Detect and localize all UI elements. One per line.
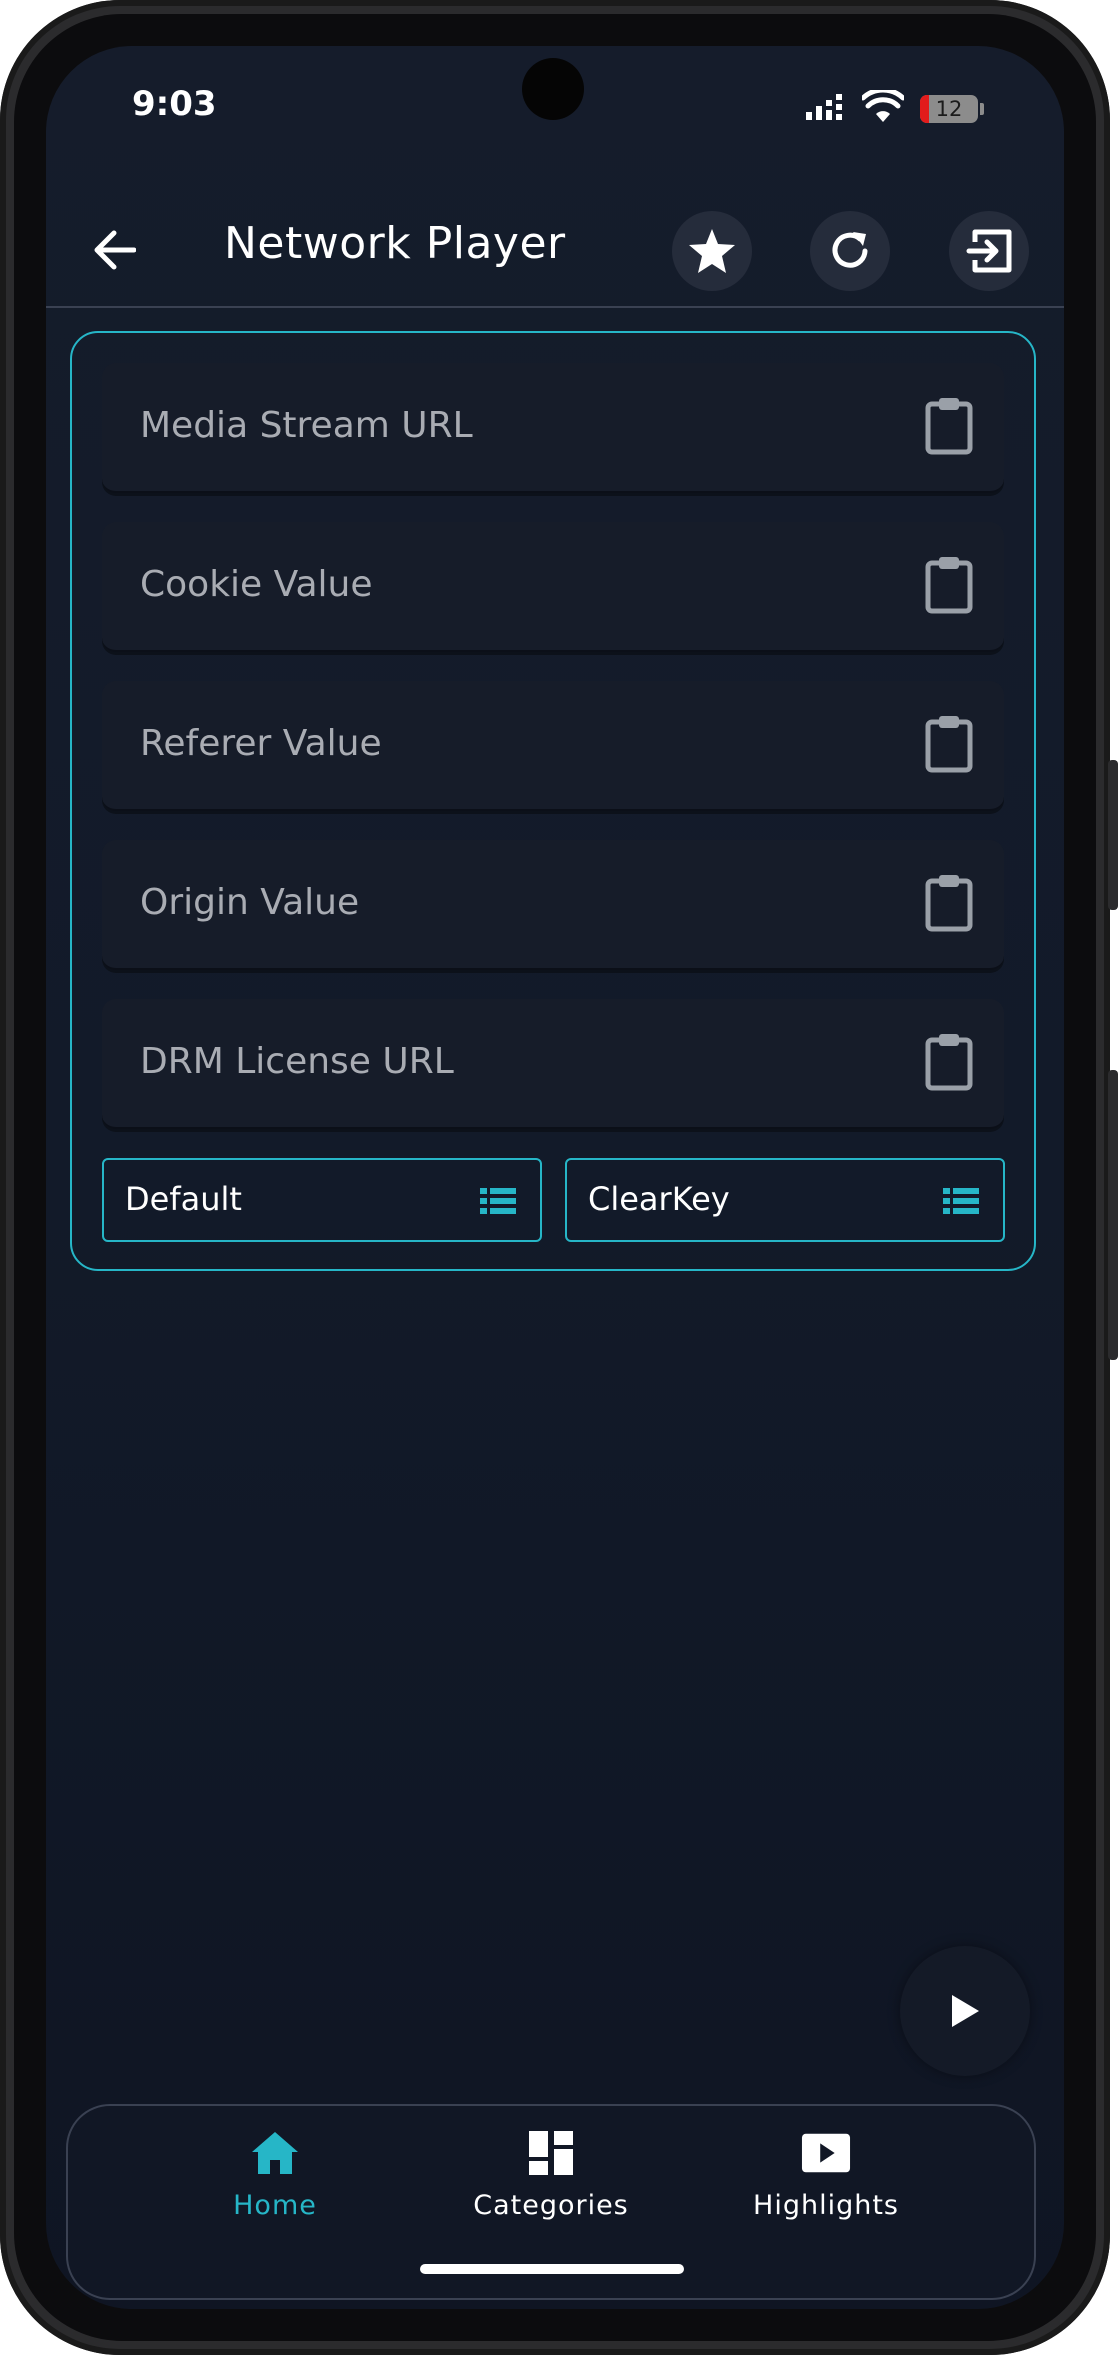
field-placeholder: Referer Value	[140, 723, 382, 764]
battery-low-indicator	[920, 95, 929, 123]
origin-value-field[interactable]: Origin Value	[102, 840, 1004, 970]
field-placeholder: Cookie Value	[140, 564, 373, 605]
home-icon	[250, 2128, 300, 2178]
field-placeholder: Origin Value	[140, 882, 360, 923]
nav-label: Categories	[473, 2190, 629, 2221]
status-icons: 12	[804, 87, 984, 128]
clipboard-paste-icon[interactable]	[924, 1032, 974, 1092]
arrow-left-icon	[94, 230, 136, 270]
refresh-button[interactable]	[810, 211, 890, 291]
clipboard-paste-icon[interactable]	[924, 555, 974, 615]
drm-type-select[interactable]: ClearKey	[565, 1158, 1005, 1242]
power-button	[1108, 1070, 1118, 1360]
play-button[interactable]	[900, 1946, 1030, 2076]
favorite-button[interactable]	[672, 211, 752, 291]
clipboard-paste-icon[interactable]	[924, 396, 974, 456]
drm-license-url-field[interactable]: DRM License URL	[102, 999, 1004, 1129]
signal-icon	[804, 92, 846, 126]
front-camera	[522, 58, 584, 120]
phone-frame: 9:03 12 Network Player Media Stream URL …	[0, 0, 1118, 2361]
app-bar-divider	[46, 306, 1064, 308]
status-bar: 9:03 12	[46, 46, 1064, 176]
refresh-icon	[832, 232, 868, 268]
battery-tip	[980, 103, 984, 115]
select-value: Default	[125, 1180, 242, 1218]
star-icon	[689, 229, 735, 273]
media-stream-url-field[interactable]: Media Stream URL	[102, 363, 1004, 493]
nav-item-highlights[interactable]: Highlights	[716, 2128, 936, 2238]
nav-label: Home	[233, 2190, 317, 2221]
nav-item-home[interactable]: Home	[165, 2128, 385, 2238]
status-time: 9:03	[132, 84, 217, 124]
exit-icon	[966, 229, 1012, 273]
back-button[interactable]	[88, 224, 140, 276]
field-placeholder: Media Stream URL	[140, 405, 473, 446]
battery-icon: 12	[920, 95, 978, 123]
referer-value-field[interactable]: Referer Value	[102, 681, 1004, 811]
page-title: Network Player	[224, 218, 566, 269]
categories-icon	[526, 2128, 576, 2178]
nav-label: Highlights	[753, 2190, 899, 2221]
battery-level: 12	[935, 97, 963, 121]
list-icon	[480, 1188, 516, 1214]
screen: 9:03 12 Network Player Media Stream URL …	[46, 46, 1064, 2309]
volume-button	[1108, 760, 1118, 910]
player-type-select[interactable]: Default	[102, 1158, 542, 1242]
nav-item-categories[interactable]: Categories	[441, 2128, 661, 2238]
list-icon	[943, 1188, 979, 1214]
app-bar: Network Player	[46, 196, 1064, 306]
clipboard-paste-icon[interactable]	[924, 714, 974, 774]
clipboard-paste-icon[interactable]	[924, 873, 974, 933]
exit-button[interactable]	[949, 211, 1029, 291]
home-indicator[interactable]	[420, 2264, 684, 2274]
stream-form-card: Media Stream URL Cookie Value Referer Va…	[70, 331, 1036, 1271]
play-icon	[952, 1995, 979, 2027]
select-value: ClearKey	[588, 1180, 730, 1218]
highlights-icon	[801, 2128, 851, 2178]
field-placeholder: DRM License URL	[140, 1041, 454, 1082]
wifi-icon	[860, 87, 906, 128]
cookie-value-field[interactable]: Cookie Value	[102, 522, 1004, 652]
